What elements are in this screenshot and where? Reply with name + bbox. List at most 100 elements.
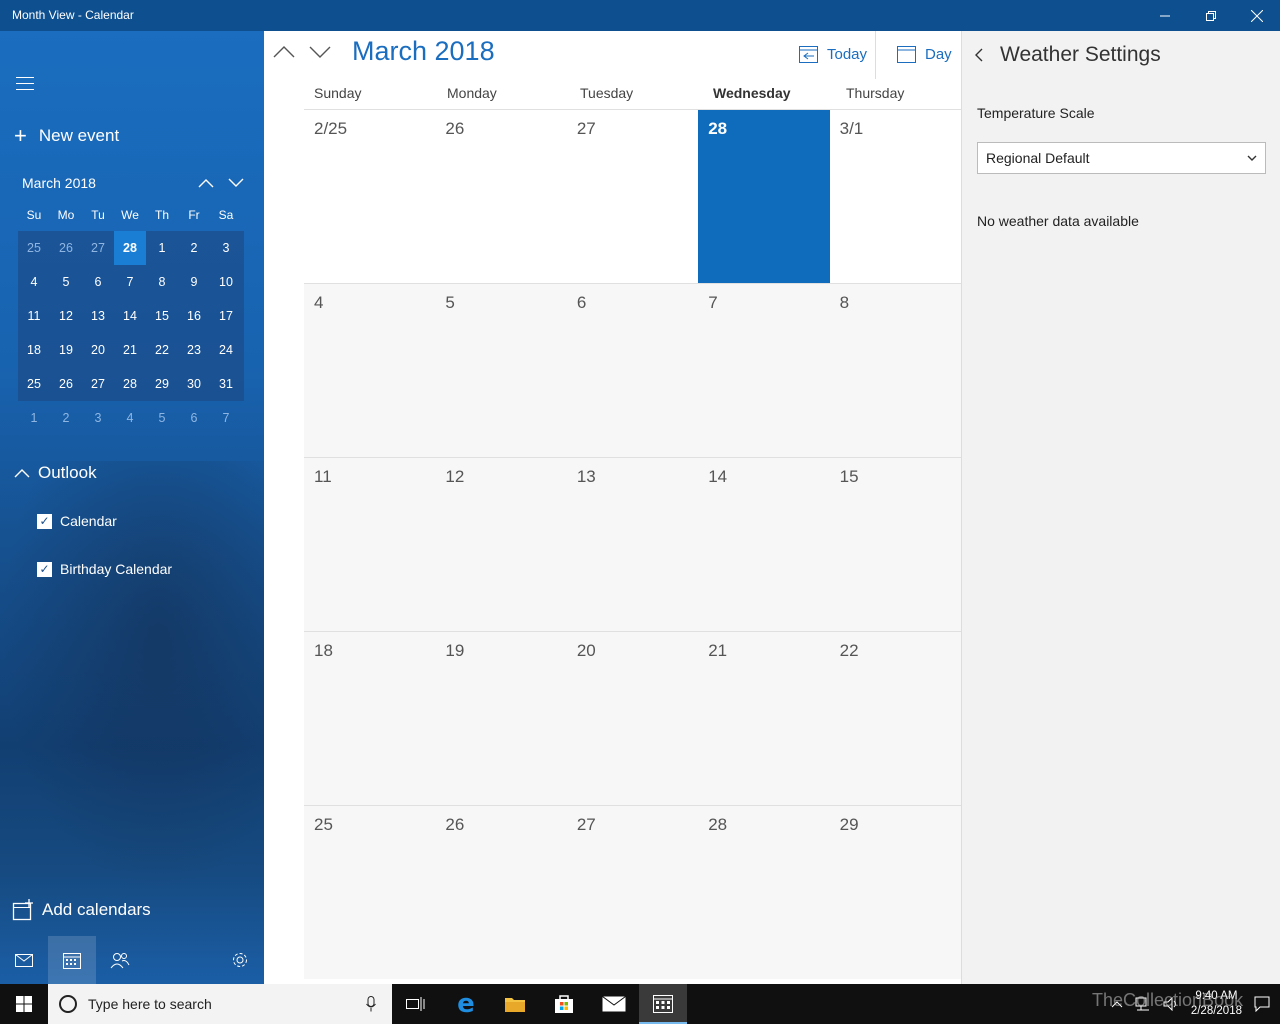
mini-calendar-day[interactable]: 9 [178, 265, 210, 299]
mini-calendar-day-today[interactable]: 28 [114, 231, 146, 265]
calendar-day-cell[interactable]: 18 [304, 632, 436, 805]
mini-calendar-title[interactable]: March 2018 [22, 175, 96, 191]
calendar-day-cell[interactable]: 26 [435, 110, 567, 283]
mini-calendar-day[interactable]: 4 [114, 401, 146, 435]
calendar-day-cell[interactable]: 15 [829, 458, 961, 631]
month-title[interactable]: March 2018 [352, 36, 495, 67]
people-button[interactable] [96, 936, 144, 984]
calendar-day-cell[interactable]: 4 [304, 284, 436, 457]
mini-calendar-day[interactable]: 12 [50, 299, 82, 333]
mini-calendar-day[interactable]: 6 [82, 265, 114, 299]
calendar-item-calendar[interactable]: ✓ Calendar [37, 513, 117, 529]
mini-calendar-day[interactable]: 7 [114, 265, 146, 299]
chevron-down-icon[interactable] [308, 43, 332, 59]
taskbar-search-box[interactable]: Type here to search [48, 984, 392, 1024]
calendar-day-cell[interactable]: 26 [435, 806, 567, 979]
mini-calendar-day[interactable]: 22 [146, 333, 178, 367]
mini-calendar-day[interactable]: 28 [114, 367, 146, 401]
temperature-scale-select[interactable]: Regional Default [977, 142, 1266, 174]
calendar-day-cell[interactable]: 5 [435, 284, 567, 457]
mini-calendar-day[interactable]: 7 [210, 401, 242, 435]
file-explorer-button[interactable] [491, 984, 539, 1024]
mini-calendar-day[interactable]: 3 [82, 401, 114, 435]
calendar-day-cell[interactable]: 25 [304, 806, 436, 979]
chevron-up-icon[interactable] [272, 43, 296, 59]
mini-calendar-day[interactable]: 24 [210, 333, 242, 367]
calendar-day-cell[interactable]: 11 [304, 458, 436, 631]
mini-calendar-day[interactable]: 17 [210, 299, 242, 333]
calendar-day-cell-selected[interactable]: 28 [698, 110, 830, 283]
checkbox-checked-icon[interactable]: ✓ [37, 561, 52, 577]
microphone-icon[interactable] [366, 996, 376, 1012]
mini-calendar-day[interactable]: 23 [178, 333, 210, 367]
chevron-up-icon[interactable] [198, 178, 214, 188]
mini-calendar-day[interactable]: 10 [210, 265, 242, 299]
calendar-day-cell[interactable]: 27 [566, 110, 699, 283]
mini-calendar-day[interactable]: 1 [18, 401, 50, 435]
mini-calendar-day[interactable]: 4 [18, 265, 50, 299]
store-button[interactable] [540, 984, 588, 1024]
mini-calendar-day[interactable]: 26 [50, 367, 82, 401]
today-button[interactable]: Today [799, 45, 867, 63]
mini-calendar-day[interactable]: 5 [146, 401, 178, 435]
mini-calendar-day[interactable]: 6 [178, 401, 210, 435]
mini-calendar-day[interactable]: 29 [146, 367, 178, 401]
new-event-button[interactable]: + New event [14, 123, 119, 149]
mini-calendar-day[interactable]: 21 [114, 333, 146, 367]
calendar-day-cell[interactable]: 22 [829, 632, 961, 805]
mini-calendar-day[interactable]: 27 [82, 231, 114, 265]
mini-calendar-day[interactable]: 14 [114, 299, 146, 333]
mini-calendar-day[interactable]: 1 [146, 231, 178, 265]
settings-button[interactable] [216, 936, 264, 984]
mini-calendar-day[interactable]: 13 [82, 299, 114, 333]
mini-calendar-day[interactable]: 18 [18, 333, 50, 367]
day-view-button[interactable]: Day [897, 45, 952, 63]
mini-calendar-day[interactable]: 16 [178, 299, 210, 333]
calendar-day-cell[interactable]: 2/25 [304, 110, 436, 283]
calendar-day-cell[interactable]: 7 [698, 284, 830, 457]
calendar-day-cell[interactable]: 8 [829, 284, 961, 457]
minimize-button[interactable] [1142, 0, 1188, 31]
chevron-down-icon[interactable] [228, 178, 244, 188]
calendar-day-cell[interactable]: 6 [566, 284, 699, 457]
mini-calendar-day[interactable]: 25 [18, 367, 50, 401]
calendar-day-cell[interactable]: 29 [829, 806, 961, 979]
mail-taskbar-button[interactable] [590, 984, 638, 1024]
mini-calendar-day[interactable]: 2 [178, 231, 210, 265]
calendar-day-cell[interactable]: 27 [566, 806, 699, 979]
calendar-taskbar-button[interactable] [639, 984, 687, 1024]
checkbox-checked-icon[interactable]: ✓ [37, 513, 52, 529]
calendar-day-cell[interactable]: 13 [566, 458, 699, 631]
task-view-button[interactable] [392, 984, 440, 1024]
close-button[interactable] [1234, 0, 1280, 31]
calendar-day-cell[interactable]: 3/1 [829, 110, 961, 283]
calendar-day-cell[interactable]: 14 [698, 458, 830, 631]
edge-browser-button[interactable]: e [442, 984, 490, 1024]
mini-calendar-day[interactable]: 26 [50, 231, 82, 265]
mini-calendar-day[interactable]: 19 [50, 333, 82, 367]
hamburger-menu-icon[interactable] [16, 77, 34, 91]
calendar-app-button[interactable] [48, 936, 96, 984]
mini-calendar-day[interactable]: 2 [50, 401, 82, 435]
mini-calendar-day[interactable]: 25 [18, 231, 50, 265]
calendar-day-cell[interactable]: 21 [698, 632, 830, 805]
action-center-icon[interactable] [1254, 996, 1270, 1012]
calendar-day-cell[interactable]: 12 [435, 458, 567, 631]
restore-button[interactable] [1188, 0, 1234, 31]
account-outlook-toggle[interactable]: Outlook [14, 463, 97, 483]
mini-calendar-day[interactable]: 5 [50, 265, 82, 299]
back-chevron-icon[interactable] [974, 47, 984, 63]
calendar-day-cell[interactable]: 19 [435, 632, 567, 805]
start-button[interactable] [0, 984, 48, 1024]
mini-calendar-day[interactable]: 3 [210, 231, 242, 265]
mini-calendar-day[interactable]: 31 [210, 367, 242, 401]
mail-button[interactable] [0, 936, 48, 984]
mini-calendar-day[interactable]: 20 [82, 333, 114, 367]
mini-calendar-day[interactable]: 11 [18, 299, 50, 333]
calendar-day-cell[interactable]: 20 [566, 632, 699, 805]
add-calendars-button[interactable]: Add calendars [12, 899, 151, 921]
mini-calendar-day[interactable]: 8 [146, 265, 178, 299]
mini-calendar-day[interactable]: 27 [82, 367, 114, 401]
mini-calendar-day[interactable]: 15 [146, 299, 178, 333]
mini-calendar-day[interactable]: 30 [178, 367, 210, 401]
